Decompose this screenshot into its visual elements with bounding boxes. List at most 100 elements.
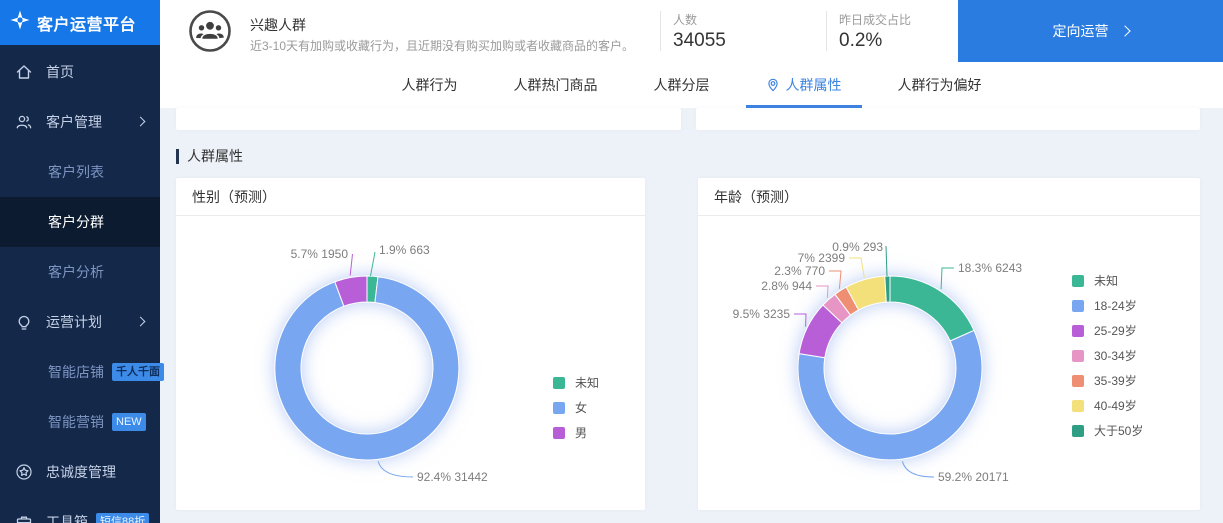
legend-label: 25-29岁 <box>1094 324 1137 338</box>
loyalty-icon <box>15 463 33 481</box>
tab-0[interactable]: 人群行为 <box>374 62 486 108</box>
gender-chart-card: 性别（预测） 1.9% 663 92.4% 31442 5.7% 1950 未知女男 <box>176 178 645 510</box>
pie-label: 92.4% 31442 <box>417 470 488 484</box>
legend-swatch <box>1072 399 1084 412</box>
tab-label: 人群行为偏好 <box>897 77 982 93</box>
group-description: 近3-10天有加购或收藏行为，且近期没有购买加购或者收藏商品的客户。 <box>250 38 635 53</box>
legend-item[interactable]: 30-34岁 <box>1072 343 1143 368</box>
legend-swatch <box>553 376 565 389</box>
charts-row: 性别（预测） 1.9% 663 92.4% 31442 5.7% 1950 未知女男… <box>176 178 1200 510</box>
legend-item[interactable]: 25-29岁 <box>1072 318 1143 343</box>
legend-label: 未知 <box>575 376 600 390</box>
tab-bar: 人群行为 人群热门商品 人群分层 人群属性 人群行为偏好 <box>160 62 1223 108</box>
legend-swatch <box>553 401 565 414</box>
pie-slice[interactable] <box>884 275 891 303</box>
gender-chart: 1.9% 663 92.4% 31442 5.7% 1950 未知女男 <box>176 216 645 510</box>
chevron-right-icon <box>135 116 146 127</box>
tab-label: 人群热门商品 <box>513 77 598 93</box>
tab-label: 人群行为 <box>401 77 458 93</box>
pie-label-line <box>849 257 865 278</box>
gender-chart-title: 性别（预测） <box>176 178 645 216</box>
previous-section-cards <box>176 108 1200 130</box>
group-name: 兴趣人群 <box>250 16 306 33</box>
tab-2[interactable]: 人群分层 <box>626 62 738 108</box>
sidebar-badge: 千人千面 <box>112 363 164 381</box>
tab-1[interactable]: 人群热门商品 <box>486 62 626 108</box>
legend-label: 女 <box>575 401 588 415</box>
sidebar-item-label: 客户列表 <box>48 164 104 180</box>
legend-item[interactable]: 35-39岁 <box>1072 368 1143 393</box>
legend-item[interactable]: 18-24岁 <box>1072 293 1143 318</box>
sidebar-item-3-active[interactable]: 客户分群 <box>0 197 160 247</box>
stat-label: 人数 <box>673 13 698 27</box>
pie-label-line <box>829 270 842 289</box>
chevron-right-icon <box>1118 25 1131 37</box>
toolbox-icon <box>15 513 33 523</box>
sidebar-item-label: 运营计划 <box>46 314 102 330</box>
sidebar-item-label: 智能店铺 <box>48 364 104 380</box>
legend-swatch <box>1072 299 1084 312</box>
pie-slice[interactable] <box>889 275 975 342</box>
sidebar-item-label: 客户分析 <box>48 264 104 280</box>
sidebar-item-label: 智能营销 <box>48 414 104 430</box>
legend-label: 男 <box>575 426 588 440</box>
age-legend: 未知 18-24岁 25-29岁 30-34岁 35-39岁 40-49岁 大于50岁 <box>1072 268 1143 443</box>
app-logo[interactable]: 客户运营平台 <box>0 0 160 45</box>
pie-label-line <box>370 251 376 277</box>
partial-card <box>695 108 1200 130</box>
targeted-operation-label: 定向运营 <box>1052 23 1109 39</box>
legend-swatch <box>1072 324 1084 337</box>
app-root: 客户运营平台 首页 客户管理 客户列表 客户分群 客户分析 运营计划 智能店铺 千人千面 智能营… <box>0 0 1223 523</box>
sidebar-item-7[interactable]: 智能营销 NEW <box>0 397 160 447</box>
sidebar-item-label: 首页 <box>46 64 74 80</box>
legend-item[interactable]: 40-49岁 <box>1072 393 1143 418</box>
tab-3-active[interactable]: 人群属性 <box>738 62 870 108</box>
legend-item[interactable]: 未知 <box>1072 268 1143 293</box>
group-header: 兴趣人群 近3-10天有加购或收藏行为，且近期没有购买加购或者收藏商品的客户。 … <box>160 0 1223 62</box>
chevron-right-icon <box>135 316 146 327</box>
gender-legend: 未知女男 <box>553 370 599 445</box>
pie-label: 59.2% 20171 <box>938 470 1009 484</box>
sidebar-item-2[interactable]: 客户列表 <box>0 147 160 197</box>
sidebar-badge: NEW <box>112 413 146 431</box>
pinwheel-logo-icon <box>9 9 31 36</box>
tab-4[interactable]: 人群行为偏好 <box>870 62 1010 108</box>
group-stats: 人数 34055 昨日成交占比 0.2% <box>660 9 946 53</box>
sidebar: 客户运营平台 首页 客户管理 客户列表 客户分群 客户分析 运营计划 智能店铺 千人千面 智能营… <box>0 0 164 523</box>
pie-label: 9.5% 3235 <box>733 307 791 321</box>
sidebar-item-9[interactable]: 工具箱 短信88折 <box>0 497 160 523</box>
sidebar-item-4[interactable]: 客户分析 <box>0 247 160 297</box>
pie-label-line <box>794 313 807 327</box>
legend-label: 18-24岁 <box>1094 299 1137 313</box>
pie-label: 2.3% 770 <box>774 264 825 278</box>
legend-item[interactable]: 大于50岁 <box>1072 418 1143 443</box>
sidebar-item-6[interactable]: 智能店铺 千人千面 <box>0 347 164 397</box>
pie-label: 2.8% 944 <box>761 279 812 293</box>
legend-swatch <box>1072 349 1084 362</box>
sidebar-item-8[interactable]: 忠诚度管理 <box>0 447 160 497</box>
pie-label: 1.9% 663 <box>379 243 430 257</box>
stat-value: 0.2% <box>839 30 883 51</box>
sidebar-item-0[interactable]: 首页 <box>0 47 160 97</box>
pie-slice[interactable] <box>274 276 460 461</box>
sidebar-item-5[interactable]: 运营计划 <box>0 297 160 347</box>
legend-item[interactable]: 未知 <box>553 370 599 395</box>
legend-item[interactable]: 女 <box>553 395 599 420</box>
pin-icon <box>766 78 780 92</box>
stat-deal-ratio: 昨日成交占比 0.2% <box>826 11 946 51</box>
sidebar-item-1[interactable]: 客户管理 <box>0 97 160 147</box>
customers-icon <box>15 113 33 131</box>
targeted-operation-button[interactable]: 定向运营 <box>958 0 1223 62</box>
app-logo-label: 客户运营平台 <box>37 16 137 34</box>
legend-item[interactable]: 男 <box>553 420 599 445</box>
pie-label-line <box>377 461 414 478</box>
sidebar-item-label: 忠诚度管理 <box>46 464 116 480</box>
sidebar-item-label: 客户管理 <box>46 114 102 130</box>
legend-label: 35-39岁 <box>1094 374 1137 388</box>
content-area: 人群属性 性别（预测） 1.9% 663 92.4% 31442 5.7% 1950… <box>160 108 1223 523</box>
section-title-text: 人群属性 <box>187 148 243 164</box>
partial-card <box>176 108 681 130</box>
section-title-bar <box>176 148 179 164</box>
legend-label: 未知 <box>1094 274 1119 288</box>
group-title-block: 兴趣人群 近3-10天有加购或收藏行为，且近期没有购买加购或者收藏商品的客户。 <box>250 9 660 54</box>
